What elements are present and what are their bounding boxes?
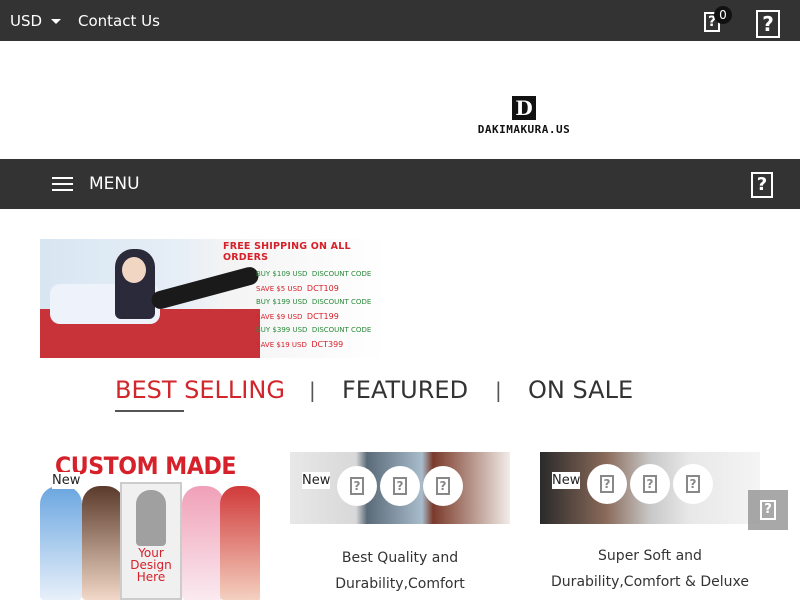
wishlist-icon: ? [393,477,407,495]
offer-1-save-line: SAVE $5 USD DCT109 [256,284,339,293]
currency-selector[interactable]: USD [10,12,62,30]
tab-separator: | [495,378,502,402]
product-title-line-2[interactable]: Durability,Comfort [290,571,510,597]
quick-view-button[interactable]: ? [337,466,377,506]
product-title-line-1[interactable]: Best Quality and [290,545,510,571]
main-nav: MENU ? [0,159,800,209]
banner-face-shape [122,257,146,283]
promo-banner[interactable]: FREE SHIPPING ON ALL ORDERS BUY $109 USD… [40,239,385,358]
hamburger-icon[interactable] [52,177,73,191]
tab-featured[interactable]: FEATURED [342,376,468,404]
wishlist-button[interactable]: ? [630,464,670,504]
scroll-to-top-button[interactable]: ? [748,490,788,530]
silhouette-shape [136,490,166,546]
banner-legs-shape [149,265,261,311]
quick-view-icon: ? [600,475,614,493]
product-figure-image [220,486,260,600]
product-figure-image [40,486,82,600]
your-design-here-text: Your Design Here [130,546,172,584]
product-card[interactable]: New ? ? ? Best Quality and Durability,Co… [290,452,510,600]
caret-down-icon [51,19,62,24]
currency-label: USD [10,12,43,30]
add-to-cart-button[interactable]: ? [673,464,713,504]
add-to-cart-button[interactable]: ? [423,466,463,506]
tab-best-selling[interactable]: BEST SELLING [115,376,285,404]
search-icon[interactable]: ? [751,172,773,198]
logo-text: DAKIMAKURA.US [477,123,571,136]
offer-3-save-line: SAVE $19 USD DCT399 [256,340,344,349]
site-header: D DAKIMAKURA.US [0,41,800,159]
arrow-up-icon: ? [760,500,776,520]
top-bar: USD Contact Us ? 0 ? [0,0,800,41]
offer-2-save-line: SAVE $9 USD DCT199 [256,312,339,321]
product-card[interactable]: New ? ? ? Super Soft and Durability,Comf… [540,452,760,600]
banner-headline: FREE SHIPPING ON ALL ORDERS [223,241,351,263]
new-badge: New [52,472,81,489]
product-tabs: BEST SELLING | FEATURED | ON SALE [0,372,800,412]
wishlist-button[interactable]: ? [380,466,420,506]
quick-view-button[interactable]: ? [587,464,627,504]
menu-button[interactable]: MENU [89,174,140,194]
new-badge: New [302,472,331,489]
quick-view-icon: ? [350,477,364,495]
offer-3-buy-line: BUY $399 USD DISCOUNT CODE [256,326,372,334]
user-icon[interactable]: ? [756,10,780,38]
add-to-cart-icon: ? [686,475,700,493]
wishlist-icon: ? [643,475,657,493]
contact-us-link[interactable]: Contact Us [78,12,160,30]
product-figure-image [182,486,224,600]
offer-2-buy-line: BUY $199 USD DISCOUNT CODE [256,298,372,306]
site-logo[interactable]: D DAKIMAKURA.US [464,96,584,136]
active-tab-underline [115,410,184,412]
logo-mark: D [512,96,536,120]
new-badge: New [552,472,581,489]
product-figure-image [82,486,124,600]
custom-made-heading: CUSTOM MADE [55,452,236,480]
add-to-cart-icon: ? [436,477,450,495]
tab-on-sale[interactable]: ON SALE [528,376,633,404]
product-title-line-1[interactable]: Super Soft and [540,543,760,569]
offer-1-buy-line: BUY $109 USD DISCOUNT CODE [256,270,372,278]
tab-separator: | [309,378,316,402]
product-title-line-2[interactable]: Durability,Comfort & Deluxe [540,569,760,595]
product-card[interactable]: CUSTOM MADE Your Design Here New [40,452,260,600]
cart-count-badge: 0 [714,6,732,24]
